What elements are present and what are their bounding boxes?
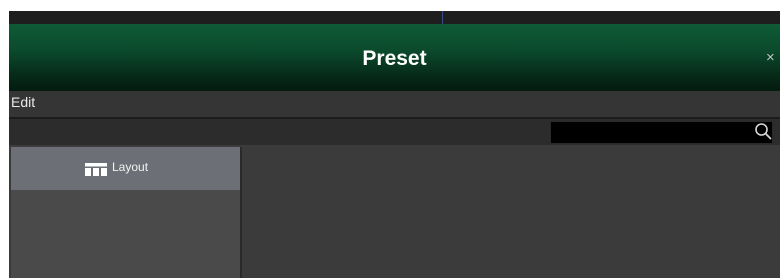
page: Preset × Edit Layout — [0, 0, 780, 278]
tree-item-layout[interactable]: Layout — [11, 147, 240, 190]
category-panel: Layout — [11, 147, 242, 278]
menu-bar: Edit — [9, 91, 780, 117]
preset-list-panel — [244, 147, 780, 278]
background-strip — [9, 11, 780, 24]
close-button[interactable]: × — [766, 48, 780, 68]
tree-item-label: Layout — [112, 160, 149, 174]
title-bar[interactable]: Preset × — [9, 24, 780, 91]
menu-item-edit[interactable]: Edit — [11, 93, 35, 111]
window-title: Preset — [362, 47, 427, 70]
content-area: Layout — [9, 145, 780, 278]
background-divider — [442, 11, 443, 24]
preset-window: Preset × Edit Layout — [9, 24, 780, 278]
search-icon[interactable] — [754, 122, 772, 140]
toolbar — [9, 119, 780, 145]
search-input[interactable] — [550, 121, 773, 144]
layout-icon — [85, 163, 107, 176]
